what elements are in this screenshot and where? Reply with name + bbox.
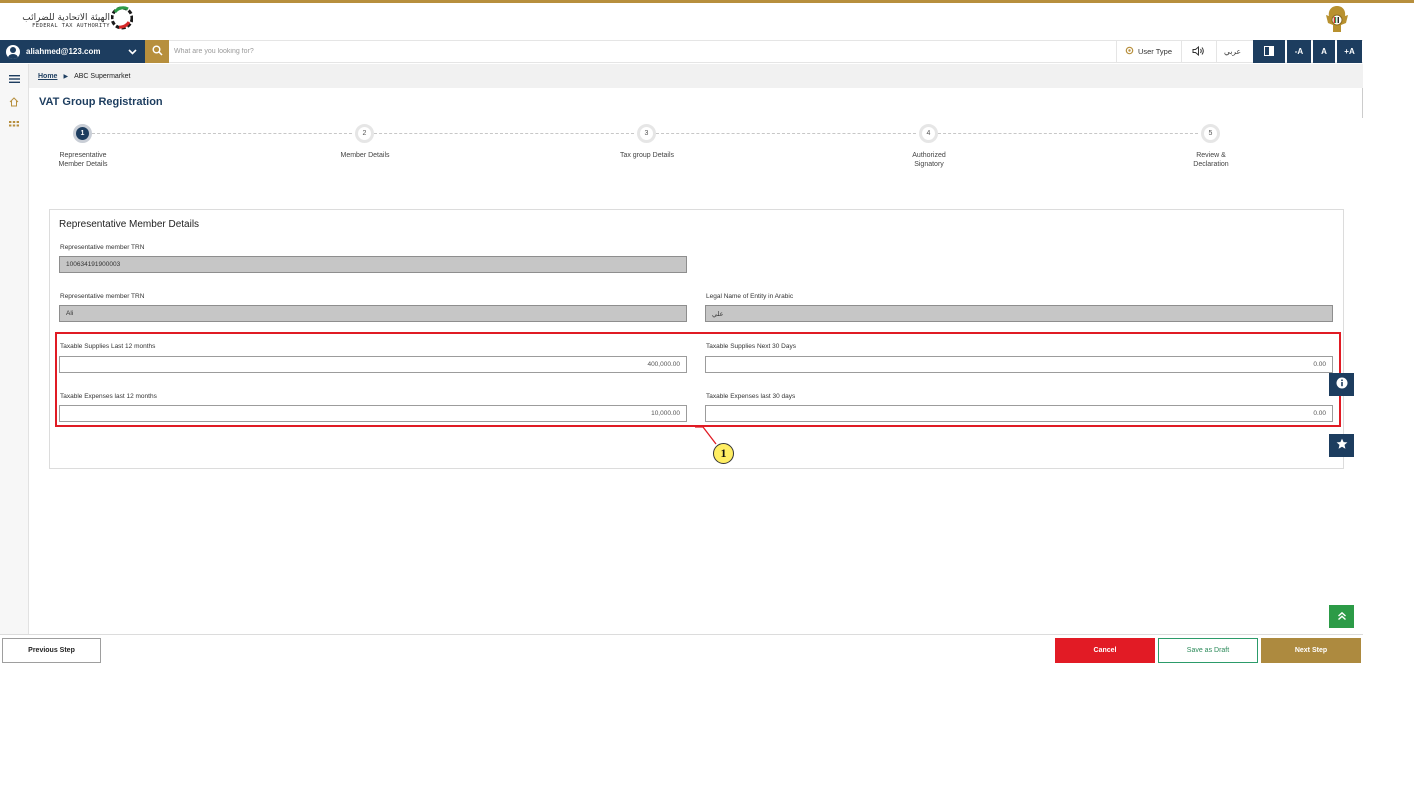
font-decrease-button[interactable]: -A <box>1287 40 1311 63</box>
font-increase-label: +A <box>1344 47 1355 56</box>
home-icon[interactable] <box>9 94 19 112</box>
search-input[interactable] <box>174 42 674 61</box>
contrast-toggle-button[interactable] <box>1253 40 1285 63</box>
fta-logo-icon[interactable] <box>110 5 134 31</box>
info-side-tab[interactable] <box>1329 373 1354 396</box>
step-connector <box>656 133 916 134</box>
font-normal-label: A <box>1321 47 1327 56</box>
header-bar <box>0 3 1363 39</box>
font-normal-button[interactable]: A <box>1313 40 1335 63</box>
gear-icon <box>1125 46 1134 57</box>
breadcrumb: Home ▶ ABC Supermarket <box>29 64 1363 88</box>
search-button[interactable] <box>145 40 169 63</box>
arabic-name-label: Legal Name of Entity in Arabic <box>706 293 794 300</box>
step-3-indicator[interactable]: 3 <box>637 124 656 143</box>
fta-logo-text[interactable]: الهيئة الاتحادية للضرائب FEDERAL TAX AUT… <box>10 13 110 30</box>
cancel-button[interactable]: Cancel <box>1055 638 1155 663</box>
footer-divider <box>0 634 1363 635</box>
scroll-to-top-button[interactable] <box>1329 605 1354 628</box>
logo-arabic-text: الهيئة الاتحادية للضرائب <box>22 13 110 23</box>
trn-value: 100634191900003 <box>66 261 121 268</box>
hamburger-menu-icon[interactable] <box>9 70 20 88</box>
step-number: 1 <box>80 130 85 137</box>
step-4-label: Authorized Signatory <box>912 152 946 168</box>
arabic-name-value: علي <box>712 309 724 318</box>
font-increase-button[interactable]: +A <box>1337 40 1362 63</box>
annotation-callout-badge: 1 <box>713 443 734 464</box>
breadcrumb-separator-icon: ▶ <box>63 73 69 80</box>
chevron-down-icon <box>128 47 137 57</box>
logo-english-text: FEDERAL TAX AUTHORITY <box>32 23 110 29</box>
card-title: Representative Member Details <box>59 219 200 230</box>
speaker-icon <box>1192 45 1205 58</box>
annotation-highlight-box <box>55 332 1341 427</box>
step-connector <box>938 133 1198 134</box>
favorites-side-tab[interactable] <box>1329 434 1354 457</box>
step-connector <box>374 133 634 134</box>
breadcrumb-home-link[interactable]: Home <box>38 73 57 80</box>
save-as-draft-button[interactable]: Save as Draft <box>1158 638 1258 663</box>
star-icon <box>1336 437 1348 455</box>
uae-emblem-icon <box>1323 3 1351 36</box>
text-to-speech-button[interactable] <box>1181 40 1215 63</box>
arabic-language-button[interactable]: عربي <box>1216 40 1248 63</box>
content-edge-divider <box>1362 88 1363 118</box>
step-5-indicator[interactable]: 5 <box>1201 124 1220 143</box>
trn-label: Representative member TRN <box>60 244 145 251</box>
search-icon <box>152 43 163 61</box>
step-5-label: Review & Declaration <box>1193 152 1229 168</box>
step-number: 2 <box>362 130 367 137</box>
left-sidebar <box>0 64 29 634</box>
step-3-label: Tax group Details <box>619 152 675 159</box>
step-1-label: Representative Member Details <box>58 152 108 168</box>
double-chevron-up-icon <box>1337 608 1347 626</box>
arabic-language-label: عربي <box>1224 47 1241 56</box>
step-number: 5 <box>1208 130 1213 137</box>
step-1-indicator[interactable]: 1 <box>73 124 92 143</box>
previous-step-button[interactable]: Previous Step <box>2 638 101 663</box>
step-4-indicator[interactable]: 4 <box>919 124 938 143</box>
info-icon <box>1336 376 1348 394</box>
member-name-label: Representative member TRN <box>60 293 145 300</box>
member-name-value: Ali <box>66 310 74 317</box>
member-name-field: Ali <box>59 305 687 322</box>
step-2-label: Member Details <box>340 152 390 159</box>
step-2-indicator[interactable]: 2 <box>355 124 374 143</box>
page-title: VAT Group Registration <box>39 96 163 108</box>
arabic-name-field: علي <box>705 305 1333 322</box>
font-decrease-label: -A <box>1294 47 1304 56</box>
breadcrumb-current: ABC Supermarket <box>74 72 131 80</box>
user-type-button[interactable]: User Type <box>1116 40 1180 63</box>
user-type-label: User Type <box>1137 47 1173 56</box>
user-avatar-icon <box>6 44 20 59</box>
step-connector <box>92 133 352 134</box>
contrast-icon <box>1264 45 1274 58</box>
trn-field: 100634191900003 <box>59 256 687 273</box>
step-number: 3 <box>644 130 649 137</box>
apps-grid-icon[interactable] <box>9 117 19 135</box>
user-account-dropdown[interactable]: aliahmed@123.com <box>0 40 145 63</box>
user-email: aliahmed@123.com <box>26 47 101 56</box>
step-number: 4 <box>926 130 931 137</box>
next-step-button[interactable]: Next Step <box>1261 638 1361 663</box>
